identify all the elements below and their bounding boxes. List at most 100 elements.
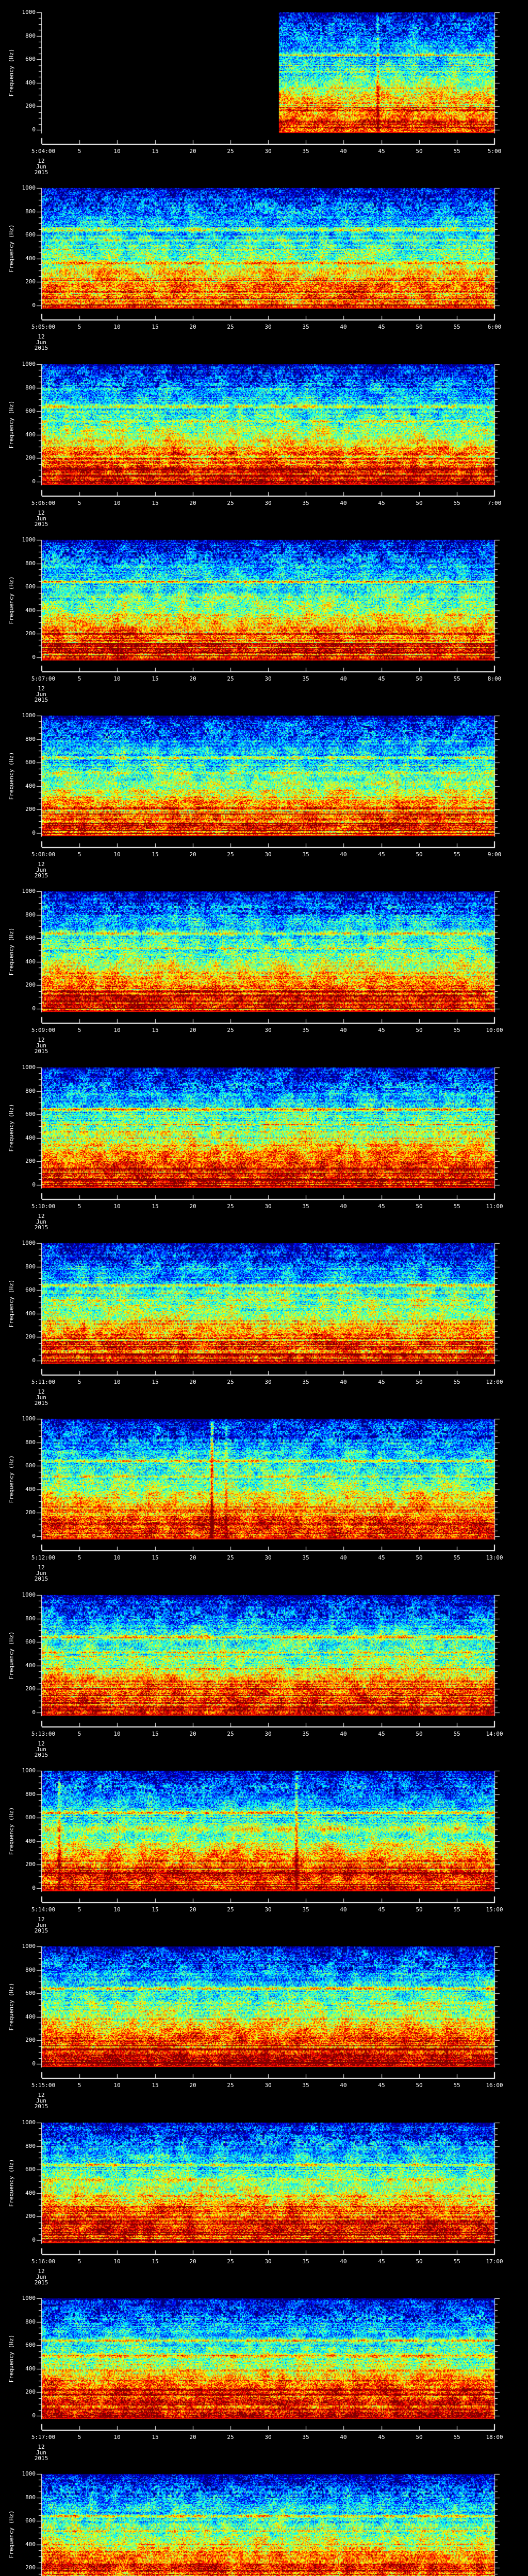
spectrogram-image: [0, 1231, 528, 1385]
x-tick-label: 25: [209, 1379, 252, 1385]
x-tick-label: 20: [171, 1204, 214, 1209]
x-tick-label: 10: [95, 1379, 139, 1385]
x-tick-label: 15: [134, 852, 177, 857]
x-tick-label: 25: [209, 2082, 252, 2088]
spectrogram-panel-9: Frequency (Hz)100080060040020005:12:0051…: [0, 1406, 528, 1583]
y-tick-label: 600: [0, 1463, 36, 1468]
y-tick-label: 1000: [0, 2295, 36, 2301]
x-tick-label: 15: [134, 2434, 177, 2440]
x-tick-label: 25: [209, 852, 252, 857]
y-tick-label: 800: [0, 912, 36, 918]
x-end-time-label: 8:00: [473, 676, 516, 682]
y-tick-label: 400: [0, 2014, 36, 2020]
spectrogram-image: [0, 703, 528, 858]
spectrogram-image: [0, 1934, 528, 2089]
x-tick-label: 40: [322, 852, 365, 857]
x-tick-label: 40: [322, 500, 365, 506]
x-tick-label: 55: [435, 2434, 478, 2440]
y-tick-label: 0: [0, 2061, 36, 2066]
x-tick-label: 30: [246, 148, 290, 154]
y-tick-label: 400: [0, 1838, 36, 1844]
y-tick-label: 0: [0, 479, 36, 484]
y-tick-label: 800: [0, 1264, 36, 1269]
y-tick-label: 400: [0, 1135, 36, 1141]
x-tick-label: 55: [435, 2082, 478, 2088]
y-tick-label: 800: [0, 33, 36, 39]
x-tick-label: 5: [58, 2259, 101, 2264]
x-tick-label: 20: [171, 2434, 214, 2440]
y-tick-label: 0: [0, 302, 36, 308]
y-tick-label: 0: [0, 1182, 36, 1188]
x-tick-label: 5: [58, 500, 101, 506]
y-tick-label: 0: [0, 1709, 36, 1715]
x-tick-label: 20: [171, 1907, 214, 1912]
y-tick-label: 400: [0, 1663, 36, 1668]
x-tick-label: 45: [360, 852, 403, 857]
y-tick-label: 400: [0, 1311, 36, 1316]
y-tick-label: 200: [0, 455, 36, 461]
y-tick-label: 400: [0, 783, 36, 789]
x-tick-label: 30: [246, 2259, 290, 2264]
y-tick-label: 600: [0, 2166, 36, 2172]
x-tick-label: 50: [398, 2434, 441, 2440]
x-tick-label: 10: [95, 1027, 139, 1033]
spectrogram-image: [0, 879, 528, 1033]
x-tick-label: 5: [58, 852, 101, 857]
x-tick-label: 55: [435, 852, 478, 857]
x-tick-label: 15: [134, 1907, 177, 1912]
x-tick-label: 30: [246, 1204, 290, 1209]
x-tick-label: 40: [322, 1907, 365, 1912]
x-tick-label: 55: [435, 1379, 478, 1385]
spectrogram-image: [0, 2286, 528, 2441]
x-tick-label: 40: [322, 1027, 365, 1033]
x-tick-label: 5: [58, 1555, 101, 1561]
x-tick-label: 5: [58, 2434, 101, 2440]
y-tick-label: 200: [0, 103, 36, 109]
x-tick-label: 25: [209, 1731, 252, 1737]
y-tick-label: 800: [0, 1791, 36, 1797]
y-tick-label: 0: [0, 1358, 36, 1363]
x-tick-label: 20: [171, 1731, 214, 1737]
x-tick-label: 15: [134, 500, 177, 506]
x-end-time-label: 12:00: [473, 1379, 516, 1385]
x-tick-label: 35: [284, 1907, 327, 1912]
spectrogram-image: [0, 1758, 528, 1913]
x-tick-label: 50: [398, 1204, 441, 1209]
y-tick-label: 1000: [0, 713, 36, 718]
spectrogram-panel-1: Frequency (Hz)100080060040020005:04:0051…: [0, 0, 528, 176]
x-tick-label: 15: [134, 2082, 177, 2088]
x-tick-label: 40: [322, 148, 365, 154]
y-tick-label: 400: [0, 2541, 36, 2547]
y-tick-label: 800: [0, 1616, 36, 1621]
x-tick-label: 25: [209, 1907, 252, 1912]
y-tick-label: 800: [0, 561, 36, 566]
x-tick-label: 55: [435, 1027, 478, 1033]
x-tick-label: 50: [398, 1555, 441, 1561]
date-year-label: 2015: [20, 873, 63, 878]
date-year-label: 2015: [20, 1400, 63, 1406]
y-tick-label: 200: [0, 2565, 36, 2570]
y-tick-label: 0: [0, 1006, 36, 1011]
x-tick-label: 5: [58, 1204, 101, 1209]
x-tick-label: 30: [246, 324, 290, 330]
x-tick-label: 35: [284, 1731, 327, 1737]
x-tick-label: 45: [360, 324, 403, 330]
x-tick-label: 25: [209, 1204, 252, 1209]
y-tick-label: 600: [0, 1111, 36, 1117]
y-tick-label: 1000: [0, 888, 36, 894]
x-tick-label: 20: [171, 1027, 214, 1033]
y-tick-label: 1000: [0, 1240, 36, 1246]
x-tick-label: 45: [360, 2082, 403, 2088]
x-end-time-label: 15:00: [473, 1907, 516, 1912]
y-tick-label: 400: [0, 256, 36, 261]
x-tick-label: 5: [58, 1027, 101, 1033]
x-end-time-label: 10:00: [473, 1027, 516, 1033]
x-tick-label: 35: [284, 500, 327, 506]
x-tick-label: 45: [360, 148, 403, 154]
y-tick-label: 200: [0, 2389, 36, 2395]
x-end-time-label: 13:00: [473, 1555, 516, 1561]
x-tick-label: 15: [134, 1555, 177, 1561]
x-tick-label: 40: [322, 324, 365, 330]
y-tick-label: 0: [0, 2237, 36, 2243]
y-tick-label: 600: [0, 1815, 36, 1820]
